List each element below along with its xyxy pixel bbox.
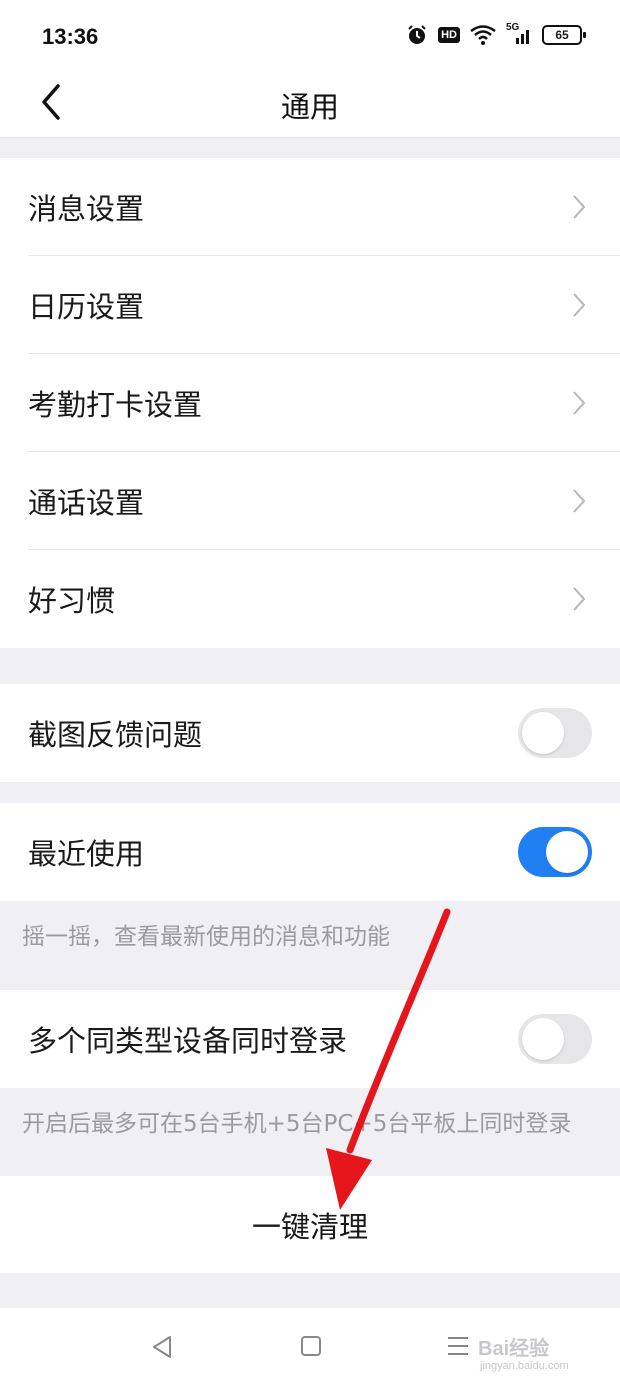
multi-device-toggle[interactable] — [518, 1014, 592, 1064]
page-title: 通用 — [280, 90, 339, 124]
screenshot-feedback-section: 截图反馈问题 — [0, 684, 620, 782]
navigation-bar: 通用 — [0, 70, 620, 138]
settings-item-calendar[interactable]: 日历设置 — [0, 256, 620, 354]
signal-icon: 5G — [506, 22, 532, 46]
recent-use-row: 最近使用 — [0, 803, 620, 901]
multi-device-row: 多个同类型设备同时登录 — [0, 990, 620, 1088]
nav-back-icon[interactable] — [150, 1334, 174, 1360]
settings-item-label: 日历设置 — [28, 290, 145, 324]
recent-use-section: 最近使用 — [0, 803, 620, 901]
alarm-icon — [408, 25, 426, 44]
settings-item-label: 通话设置 — [28, 486, 145, 520]
chevron-right-icon — [573, 195, 586, 219]
chevron-right-icon — [573, 391, 586, 415]
wifi-icon — [470, 25, 496, 45]
watermark-url: jingyan.baidu.com — [480, 1360, 569, 1372]
screenshot-feedback-toggle[interactable] — [518, 708, 592, 758]
multi-device-section: 多个同类型设备同时登录 — [0, 990, 620, 1088]
toggle-knob — [522, 712, 564, 754]
status-bar: 13:36 HD 5G 65 — [0, 0, 620, 70]
one-click-clean-label: 一键清理 — [251, 1209, 368, 1244]
nav-home-icon[interactable] — [300, 1335, 322, 1357]
chevron-right-icon — [573, 489, 586, 513]
settings-item-label: 消息设置 — [28, 192, 145, 226]
status-time: 13:36 — [42, 24, 99, 49]
battery-level: 65 — [555, 28, 569, 42]
multi-device-hint: 开启后最多可在5台手机+5台PC+5台平板上同时登录 — [22, 1111, 572, 1137]
toggle-knob — [546, 831, 588, 873]
settings-item-attendance[interactable]: 考勤打卡设置 — [0, 354, 620, 452]
recent-use-label: 最近使用 — [28, 837, 145, 871]
screenshot-feedback-row: 截图反馈问题 — [0, 684, 620, 782]
status-icons: HD 5G 65 — [406, 22, 586, 46]
settings-item-label: 好习惯 — [28, 584, 116, 618]
chevron-right-icon — [573, 587, 586, 611]
battery-icon: 65 — [542, 25, 586, 45]
settings-item-good-habits[interactable]: 好习惯 — [0, 550, 620, 648]
settings-item-label: 考勤打卡设置 — [28, 388, 203, 422]
chevron-right-icon — [573, 293, 586, 317]
toggle-knob — [522, 1018, 564, 1060]
screenshot-feedback-label: 截图反馈问题 — [28, 718, 203, 752]
system-navigation-bar: Bai经验 jingyan.baidu.com — [0, 1308, 620, 1386]
multi-device-label: 多个同类型设备同时登录 — [28, 1024, 348, 1058]
watermark-logo: Bai经验 — [478, 1338, 550, 1360]
nav-recents-icon[interactable] — [446, 1334, 470, 1358]
settings-item-messages[interactable]: 消息设置 — [0, 158, 620, 256]
settings-item-call[interactable]: 通话设置 — [0, 452, 620, 550]
settings-list: 消息设置 日历设置 考勤打卡设置 通话设置 好习惯 — [0, 158, 620, 648]
one-click-clean-button[interactable]: 一键清理 — [0, 1176, 620, 1273]
recent-use-hint: 摇一摇，查看最新使用的消息和功能 — [22, 924, 390, 950]
recent-use-toggle[interactable] — [518, 827, 592, 877]
hd-icon: HD — [438, 27, 460, 43]
